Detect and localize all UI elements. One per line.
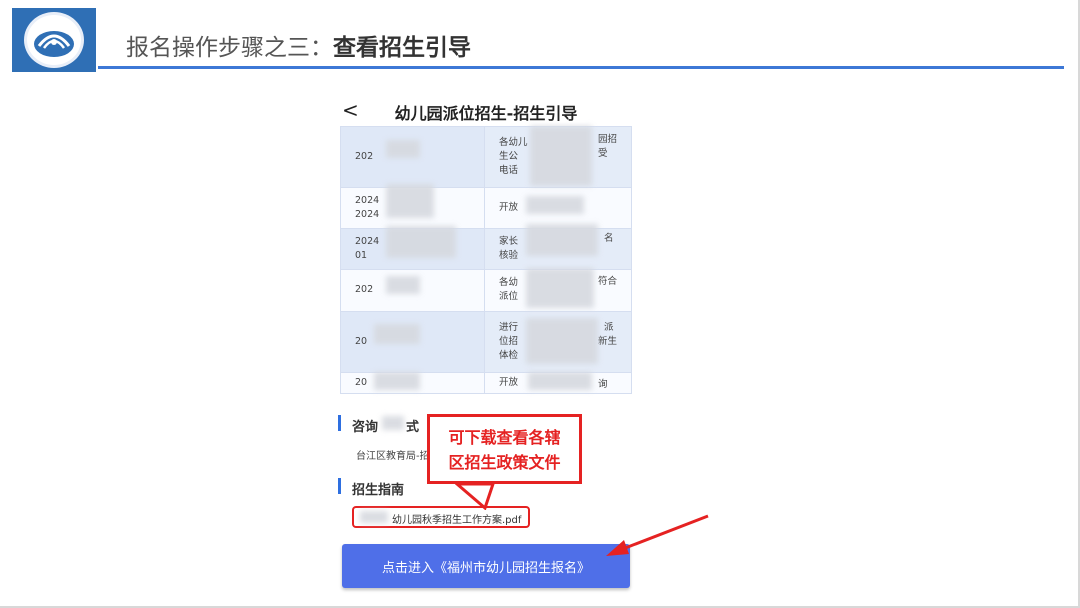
slide-title: 报名操作步骤之三：查看招生引导 xyxy=(126,28,471,62)
redaction-blur xyxy=(526,268,594,308)
guide-title: 招生指南 xyxy=(352,483,405,498)
section-bar xyxy=(338,415,341,431)
redaction-blur xyxy=(530,126,592,186)
redaction-blur xyxy=(386,276,420,294)
redaction-blur xyxy=(386,140,420,158)
cell-fragment: 名 xyxy=(604,233,614,244)
redaction-blur xyxy=(526,318,598,364)
redaction-blur xyxy=(526,196,584,214)
cell-fragment: 派 xyxy=(604,322,614,333)
enroll-entry-button[interactable]: 点击进入《福州市幼儿园招生报名》 xyxy=(342,544,630,588)
redaction-blur xyxy=(526,224,598,256)
redaction-blur xyxy=(386,226,456,258)
cell-fragment: 新生 xyxy=(598,336,618,347)
phone-page-title: 幼儿园派位招生-招生引导 xyxy=(394,104,578,123)
policy-file-link[interactable]: 幼儿园秋季招生工作方案.pdf xyxy=(392,511,521,526)
cell-fragment: 受 xyxy=(598,148,608,159)
slide-title-bold: 查看招生引导 xyxy=(333,35,471,61)
callout-line-2: 区招生政策文件 xyxy=(448,453,561,472)
annotation-callout: 可下载查看各辖 区招生政策文件 xyxy=(427,414,582,484)
redaction-blur xyxy=(382,416,404,430)
phone-screenshot: < 幼儿园派位招生-招生引导 202 各幼儿 生公 电话 2024 2024 开放 2… xyxy=(334,96,638,602)
consult-title: 咨询 xyxy=(352,420,379,435)
annotation-arrow-icon xyxy=(606,514,709,556)
cell-fragment: 询 xyxy=(598,379,608,390)
title-divider xyxy=(98,66,1064,69)
redaction-blur xyxy=(386,184,434,218)
redaction-blur xyxy=(528,372,592,390)
phone-header: < 幼儿园派位招生-招生引导 xyxy=(334,96,638,126)
kindergarten-logo xyxy=(12,8,96,72)
logo-emblem-icon xyxy=(24,12,84,68)
cell-fragment: 园招 xyxy=(598,134,618,145)
slide-title-prefix: 报名操作步骤之三： xyxy=(126,35,333,61)
section-bar xyxy=(338,478,341,494)
cell-fragment: 符合 xyxy=(598,276,618,287)
redaction-blur xyxy=(374,324,420,344)
redaction-blur xyxy=(374,372,420,390)
table-row: 2024 2024 开放 xyxy=(340,187,632,230)
consult-title-tail: 式 xyxy=(406,420,420,435)
callout-line-1: 可下载查看各辖 xyxy=(448,428,561,447)
redaction-blur xyxy=(360,511,388,523)
consult-contact-text: 台江区教育局-招 xyxy=(356,451,430,462)
